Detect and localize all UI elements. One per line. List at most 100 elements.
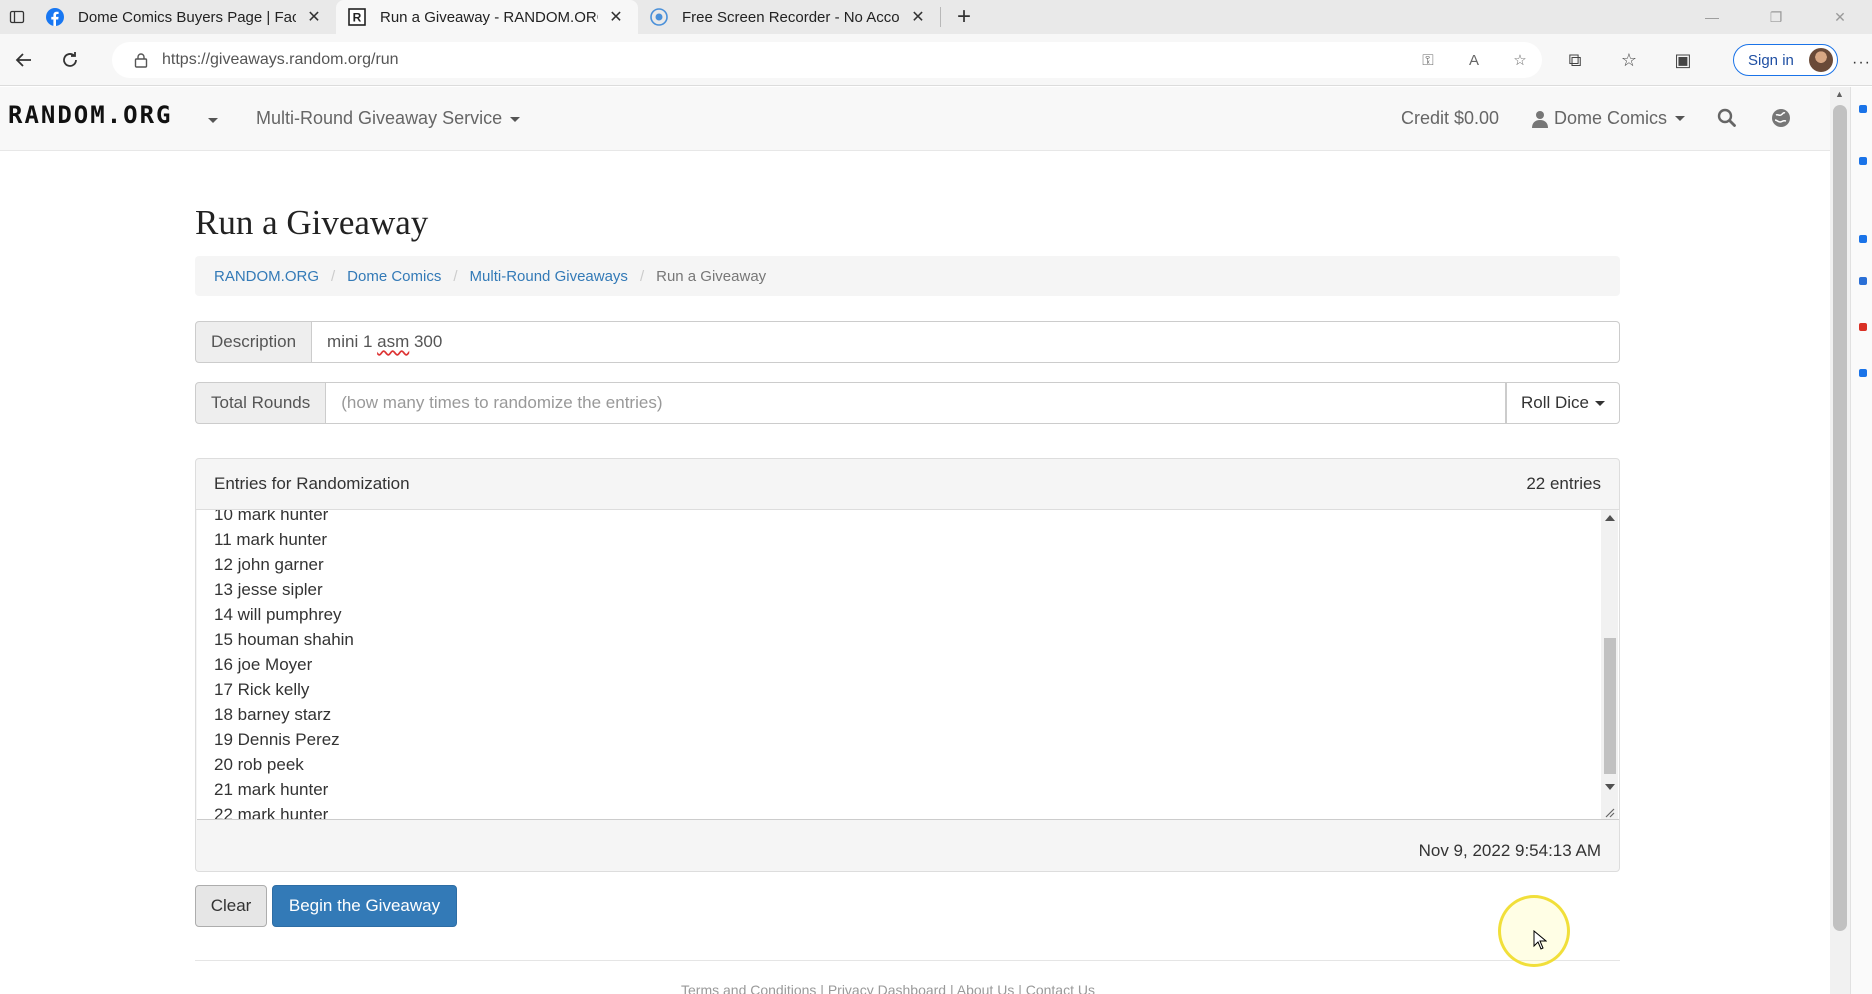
entry-line: 22 mark hunter bbox=[214, 805, 329, 820]
tab-separator bbox=[940, 7, 941, 27]
description-value-part: 300 bbox=[409, 332, 443, 351]
entry-line: 20 rob peek bbox=[214, 755, 304, 774]
sidebar-app-icon[interactable] bbox=[1859, 157, 1867, 165]
read-aloud-icon[interactable]: A bbox=[1462, 48, 1486, 72]
url-text[interactable]: https://giveaways.random.org/run bbox=[162, 51, 399, 69]
facebook-icon bbox=[46, 8, 64, 26]
minimize-icon[interactable]: — bbox=[1680, 0, 1744, 34]
entries-scrollbar[interactable] bbox=[1601, 510, 1618, 819]
description-label: Description bbox=[195, 321, 313, 363]
close-tab-icon[interactable]: ✕ bbox=[606, 7, 626, 27]
browser-tab-strip: Dome Comics Buyers Page | Face ✕ R Run a… bbox=[0, 0, 1872, 34]
random-org-icon: R bbox=[348, 8, 366, 26]
entry-line: 12 john garner bbox=[214, 555, 324, 574]
window-controls: — ❐ ✕ bbox=[1680, 0, 1872, 34]
footer-links[interactable]: Terms and Conditions | Privacy Dashboard… bbox=[681, 982, 1095, 994]
entries-list: 10 mark hunter 11 mark hunter 12 john ga… bbox=[214, 510, 354, 820]
breadcrumb-dome-comics[interactable]: Dome Comics bbox=[347, 268, 441, 285]
total-rounds-group: Total Rounds (how many times to randomiz… bbox=[195, 382, 1620, 424]
tab-facebook[interactable]: Dome Comics Buyers Page | Face ✕ bbox=[34, 0, 336, 34]
description-input[interactable]: mini 1 asm 300 bbox=[312, 321, 1620, 363]
entries-textarea[interactable]: 10 mark hunter 11 mark hunter 12 john ga… bbox=[197, 510, 1619, 820]
tab-actions-icon[interactable] bbox=[0, 0, 34, 34]
sidebar-app-icon[interactable] bbox=[1859, 369, 1867, 377]
sidebar-app-icon[interactable] bbox=[1859, 323, 1867, 331]
begin-giveaway-button[interactable]: Begin the Giveaway bbox=[272, 885, 457, 927]
breadcrumb: RANDOM.ORG / Dome Comics / Multi-Round G… bbox=[195, 256, 1620, 296]
description-group: Description mini 1 asm 300 bbox=[195, 321, 1620, 363]
sidebar-app-icon[interactable] bbox=[1859, 277, 1867, 285]
entry-line: 14 will pumphrey bbox=[214, 605, 342, 624]
clear-button[interactable]: Clear bbox=[195, 885, 267, 927]
more-options-icon[interactable]: ··· bbox=[1852, 54, 1871, 72]
entry-line: 10 mark hunter bbox=[214, 510, 329, 524]
entry-line: 13 jesse sipler bbox=[214, 580, 323, 599]
site-navbar: RANDOM.ORG Multi-Round Giveaway Service … bbox=[0, 87, 1830, 151]
user-menu[interactable]: Dome Comics bbox=[1532, 108, 1686, 129]
total-rounds-input[interactable]: (how many times to randomize the entries… bbox=[326, 382, 1506, 424]
page-scrollbar[interactable]: ▲ bbox=[1830, 87, 1850, 994]
sign-in-button[interactable]: Sign in bbox=[1733, 44, 1838, 76]
entry-line: 17 Rick kelly bbox=[214, 680, 310, 699]
roll-dice-button[interactable]: Roll Dice bbox=[1505, 382, 1620, 424]
entries-panel: Entries for Randomization 22 entries 10 … bbox=[195, 458, 1620, 872]
sidebar-app-icon[interactable] bbox=[1859, 235, 1867, 243]
user-icon bbox=[1532, 110, 1548, 128]
service-menu[interactable]: Multi-Round Giveaway Service bbox=[256, 108, 521, 129]
scrollbar-thumb[interactable] bbox=[1604, 638, 1616, 774]
tab-random-org[interactable]: R Run a Giveaway - RANDOM.ORG ✕ bbox=[336, 0, 638, 34]
chevron-down-icon[interactable] bbox=[208, 118, 218, 123]
resize-handle-icon[interactable] bbox=[1603, 805, 1615, 818]
roll-dice-label: Roll Dice bbox=[1520, 393, 1589, 412]
refresh-icon[interactable] bbox=[48, 40, 92, 80]
service-menu-label: Multi-Round Giveaway Service bbox=[256, 108, 503, 128]
breadcrumb-multi-round-giveaways[interactable]: Multi-Round Giveaways bbox=[470, 268, 628, 285]
browser-toolbar-icons: ⧉ ☆ ▣ bbox=[1562, 42, 1696, 78]
close-tab-icon[interactable]: ✕ bbox=[304, 7, 324, 27]
scroll-up-icon[interactable]: ▲ bbox=[1835, 89, 1844, 99]
footer-divider bbox=[195, 960, 1620, 961]
page-title: Run a Giveaway bbox=[195, 203, 429, 242]
address-toolbar: https://giveaways.random.org/run ⚿ A ☆ ⧉… bbox=[0, 34, 1872, 86]
collections-icon[interactable]: ▣ bbox=[1670, 47, 1696, 73]
breadcrumb-separator: / bbox=[331, 267, 336, 285]
entry-line: 15 houman shahin bbox=[214, 630, 354, 649]
new-tab-icon[interactable]: + bbox=[947, 0, 981, 34]
scroll-down-icon[interactable] bbox=[1605, 784, 1615, 790]
chevron-down-icon bbox=[1675, 116, 1686, 121]
credit-link[interactable]: Credit $0.00 bbox=[1401, 108, 1499, 129]
add-favorite-icon[interactable]: ☆ bbox=[1508, 48, 1532, 72]
timestamp: Nov 9, 2022 9:54:13 AM bbox=[1418, 841, 1601, 860]
brand-logo[interactable]: RANDOM.ORG bbox=[8, 101, 173, 129]
browser-sidebar-edge bbox=[1850, 87, 1872, 994]
favorites-icon[interactable]: ☆ bbox=[1616, 47, 1642, 73]
profile-avatar bbox=[1809, 48, 1833, 72]
scrollbar-thumb[interactable] bbox=[1833, 105, 1847, 931]
search-icon[interactable] bbox=[1716, 107, 1738, 129]
user-menu-label: Dome Comics bbox=[1554, 108, 1668, 128]
entry-line: 18 barney starz bbox=[214, 705, 332, 724]
url-bar-icons: ⚿ A ☆ bbox=[1416, 42, 1532, 78]
globe-icon[interactable] bbox=[1770, 107, 1792, 129]
entries-count: 22 entries bbox=[1526, 474, 1601, 493]
tab-title: Run a Giveaway - RANDOM.ORG bbox=[380, 8, 598, 26]
sidebar-app-icon[interactable] bbox=[1859, 105, 1867, 113]
entry-line: 19 Dennis Perez bbox=[214, 730, 340, 749]
close-tab-icon[interactable]: ✕ bbox=[908, 7, 928, 27]
breadcrumb-random-org[interactable]: RANDOM.ORG bbox=[214, 268, 319, 285]
lock-icon[interactable] bbox=[134, 52, 148, 68]
tab-title: Dome Comics Buyers Page | Face bbox=[78, 8, 296, 26]
breadcrumb-current: Run a Giveaway bbox=[656, 267, 767, 285]
back-icon[interactable] bbox=[2, 40, 46, 80]
url-bar[interactable]: https://giveaways.random.org/run ⚿ A ☆ bbox=[112, 42, 1542, 78]
description-value-misspelled: asm bbox=[377, 332, 410, 351]
tab-screen-recorder[interactable]: Free Screen Recorder - No Acco ✕ bbox=[638, 0, 940, 34]
key-icon[interactable]: ⚿ bbox=[1416, 48, 1440, 72]
entry-line: 16 joe Moyer bbox=[214, 655, 313, 674]
extensions-icon[interactable]: ⧉ bbox=[1562, 47, 1588, 73]
close-window-icon[interactable]: ✕ bbox=[1808, 0, 1872, 34]
entries-heading: Entries for Randomization bbox=[214, 474, 410, 493]
svg-text:R: R bbox=[353, 11, 362, 25]
scroll-up-icon[interactable] bbox=[1605, 515, 1615, 521]
restore-icon[interactable]: ❐ bbox=[1744, 0, 1808, 34]
